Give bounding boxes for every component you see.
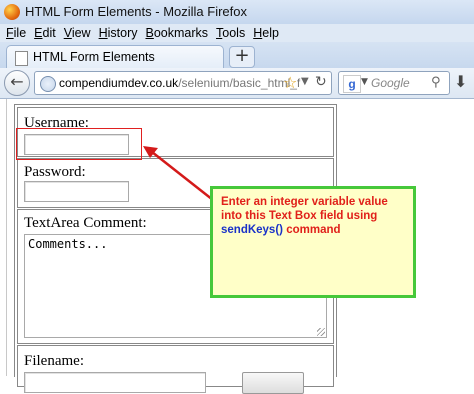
callout-command-suffix: command (283, 224, 341, 236)
menu-bookmarks[interactable]: Bookmarks (146, 26, 209, 40)
filename-input[interactable] (24, 372, 206, 393)
menu-view[interactable]: View (64, 26, 91, 40)
globe-icon (40, 76, 56, 92)
search-icon[interactable]: ⚲ (431, 75, 441, 90)
reload-icon[interactable]: ↻ (315, 74, 327, 90)
tab-strip: HTML Form Elements + (0, 42, 474, 69)
password-input[interactable] (24, 181, 129, 202)
textarea-value: Comments... (28, 237, 108, 251)
filename-cell: Filename: (17, 345, 334, 394)
search-engine-dropdown-icon[interactable]: ▼ (361, 77, 368, 87)
dropdown-arrow-icon[interactable]: ▼ (301, 76, 309, 87)
callout-line-3: sendKeys() command (221, 223, 411, 237)
menu-bar: File Edit View History Bookmarks Tools H… (0, 24, 474, 42)
google-icon[interactable]: g (343, 75, 361, 93)
textarea-label: TextArea Comment: (24, 215, 147, 231)
search-placeholder: Google (371, 76, 410, 90)
menu-help[interactable]: Help (253, 26, 279, 40)
browse-button[interactable] (242, 372, 304, 394)
title-bar: HTML Form Elements - Mozilla Firefox (0, 0, 474, 24)
tab-html-form-elements[interactable]: HTML Form Elements (6, 45, 224, 69)
callout-text: Enter an integer variable value into thi… (221, 195, 411, 237)
page-icon (15, 51, 28, 66)
callout-line-2: into this Text Box field using (221, 210, 378, 222)
content-border (6, 99, 7, 376)
filename-label: Filename: (24, 353, 84, 369)
url-path: /selenium/basic_html_f (178, 76, 301, 90)
firefox-logo-icon (4, 4, 20, 20)
annotation-callout: Enter an integer variable value into thi… (210, 186, 416, 298)
menu-file[interactable]: File (6, 26, 26, 40)
callout-command: sendKeys() (221, 224, 283, 236)
url-text[interactable]: compendiumdev.co.uk/selenium/basic_html_… (59, 76, 300, 90)
url-bar[interactable]: compendiumdev.co.uk/selenium/basic_html_… (34, 71, 332, 95)
back-arrow-icon: ← (10, 72, 24, 91)
bookmark-star-icon[interactable]: ☆ (283, 73, 297, 92)
window-title: HTML Form Elements - Mozilla Firefox (25, 4, 247, 19)
callout-line-1: Enter an integer variable value (221, 196, 388, 208)
search-bar[interactable]: g ▼ Google ⚲ (338, 71, 450, 95)
resize-grip-icon[interactable] (317, 328, 325, 336)
menu-edit[interactable]: Edit (34, 26, 56, 40)
new-tab-button[interactable]: + (229, 46, 255, 68)
navigation-toolbar: ← compendiumdev.co.uk/selenium/basic_htm… (0, 68, 474, 99)
menu-history[interactable]: History (99, 26, 138, 40)
tab-title: HTML Form Elements (33, 50, 155, 64)
password-label: Password: (24, 164, 86, 180)
highlight-box (16, 128, 142, 160)
back-button[interactable]: ← (4, 70, 30, 96)
url-host: compendiumdev.co.uk (59, 76, 179, 90)
menu-tools[interactable]: Tools (216, 26, 245, 40)
download-icon[interactable]: ⬇ (454, 72, 467, 91)
